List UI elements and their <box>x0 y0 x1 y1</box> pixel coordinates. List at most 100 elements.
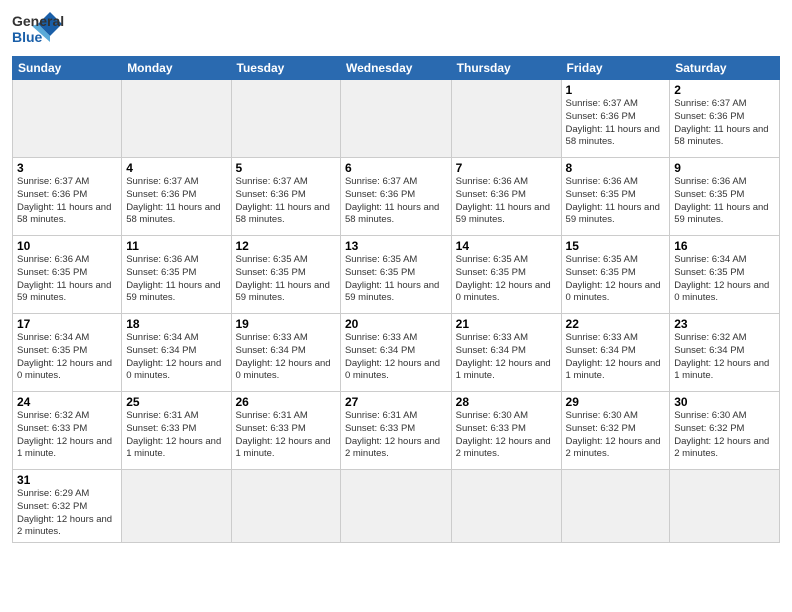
calendar-cell: 30Sunrise: 6:30 AMSunset: 6:32 PMDayligh… <box>670 392 780 470</box>
calendar-cell: 22Sunrise: 6:33 AMSunset: 6:34 PMDayligh… <box>561 314 670 392</box>
day-info: Sunrise: 6:37 AMSunset: 6:36 PMDaylight:… <box>17 176 117 227</box>
header: GeneralBlue <box>12 10 780 50</box>
calendar-cell: 7Sunrise: 6:36 AMSunset: 6:36 PMDaylight… <box>451 158 561 236</box>
calendar-week-row: 1Sunrise: 6:37 AMSunset: 6:36 PMDaylight… <box>13 80 780 158</box>
day-number: 12 <box>236 239 336 253</box>
calendar-cell: 10Sunrise: 6:36 AMSunset: 6:35 PMDayligh… <box>13 236 122 314</box>
calendar-week-row: 24Sunrise: 6:32 AMSunset: 6:33 PMDayligh… <box>13 392 780 470</box>
calendar-cell <box>340 470 451 543</box>
day-number: 4 <box>126 161 226 175</box>
day-number: 5 <box>236 161 336 175</box>
day-info: Sunrise: 6:31 AMSunset: 6:33 PMDaylight:… <box>236 410 336 461</box>
day-number: 13 <box>345 239 447 253</box>
calendar-cell <box>231 80 340 158</box>
day-number: 1 <box>566 83 666 97</box>
day-number: 23 <box>674 317 775 331</box>
day-info: Sunrise: 6:31 AMSunset: 6:33 PMDaylight:… <box>126 410 226 461</box>
calendar-week-row: 31Sunrise: 6:29 AMSunset: 6:32 PMDayligh… <box>13 470 780 543</box>
day-number: 31 <box>17 473 117 487</box>
calendar-cell <box>670 470 780 543</box>
day-number: 15 <box>566 239 666 253</box>
calendar-cell: 8Sunrise: 6:36 AMSunset: 6:35 PMDaylight… <box>561 158 670 236</box>
generalblue-logo-icon: GeneralBlue <box>12 10 67 50</box>
calendar-cell: 15Sunrise: 6:35 AMSunset: 6:35 PMDayligh… <box>561 236 670 314</box>
day-number: 17 <box>17 317 117 331</box>
day-number: 30 <box>674 395 775 409</box>
day-number: 29 <box>566 395 666 409</box>
day-info: Sunrise: 6:36 AMSunset: 6:35 PMDaylight:… <box>566 176 666 227</box>
calendar-week-row: 17Sunrise: 6:34 AMSunset: 6:35 PMDayligh… <box>13 314 780 392</box>
day-info: Sunrise: 6:36 AMSunset: 6:35 PMDaylight:… <box>17 254 117 305</box>
calendar-cell: 12Sunrise: 6:35 AMSunset: 6:35 PMDayligh… <box>231 236 340 314</box>
col-sunday: Sunday <box>13 57 122 80</box>
day-info: Sunrise: 6:29 AMSunset: 6:32 PMDaylight:… <box>17 488 117 539</box>
day-info: Sunrise: 6:36 AMSunset: 6:36 PMDaylight:… <box>456 176 557 227</box>
calendar-cell <box>340 80 451 158</box>
day-info: Sunrise: 6:34 AMSunset: 6:35 PMDaylight:… <box>674 254 775 305</box>
calendar-cell: 2Sunrise: 6:37 AMSunset: 6:36 PMDaylight… <box>670 80 780 158</box>
calendar-week-row: 10Sunrise: 6:36 AMSunset: 6:35 PMDayligh… <box>13 236 780 314</box>
day-info: Sunrise: 6:32 AMSunset: 6:33 PMDaylight:… <box>17 410 117 461</box>
day-number: 8 <box>566 161 666 175</box>
day-number: 25 <box>126 395 226 409</box>
day-info: Sunrise: 6:35 AMSunset: 6:35 PMDaylight:… <box>236 254 336 305</box>
calendar-cell: 4Sunrise: 6:37 AMSunset: 6:36 PMDaylight… <box>122 158 231 236</box>
day-number: 6 <box>345 161 447 175</box>
calendar-cell: 11Sunrise: 6:36 AMSunset: 6:35 PMDayligh… <box>122 236 231 314</box>
day-info: Sunrise: 6:31 AMSunset: 6:33 PMDaylight:… <box>345 410 447 461</box>
day-number: 19 <box>236 317 336 331</box>
day-number: 18 <box>126 317 226 331</box>
col-thursday: Thursday <box>451 57 561 80</box>
calendar-cell <box>451 470 561 543</box>
col-saturday: Saturday <box>670 57 780 80</box>
day-info: Sunrise: 6:32 AMSunset: 6:34 PMDaylight:… <box>674 332 775 383</box>
day-info: Sunrise: 6:30 AMSunset: 6:33 PMDaylight:… <box>456 410 557 461</box>
day-number: 26 <box>236 395 336 409</box>
calendar-cell: 18Sunrise: 6:34 AMSunset: 6:34 PMDayligh… <box>122 314 231 392</box>
day-info: Sunrise: 6:34 AMSunset: 6:34 PMDaylight:… <box>126 332 226 383</box>
day-number: 16 <box>674 239 775 253</box>
calendar-cell: 23Sunrise: 6:32 AMSunset: 6:34 PMDayligh… <box>670 314 780 392</box>
day-number: 22 <box>566 317 666 331</box>
day-info: Sunrise: 6:33 AMSunset: 6:34 PMDaylight:… <box>236 332 336 383</box>
day-info: Sunrise: 6:37 AMSunset: 6:36 PMDaylight:… <box>236 176 336 227</box>
calendar-cell: 14Sunrise: 6:35 AMSunset: 6:35 PMDayligh… <box>451 236 561 314</box>
day-number: 9 <box>674 161 775 175</box>
calendar-table: Sunday Monday Tuesday Wednesday Thursday… <box>12 56 780 543</box>
day-info: Sunrise: 6:36 AMSunset: 6:35 PMDaylight:… <box>126 254 226 305</box>
calendar-week-row: 3Sunrise: 6:37 AMSunset: 6:36 PMDaylight… <box>13 158 780 236</box>
day-info: Sunrise: 6:35 AMSunset: 6:35 PMDaylight:… <box>566 254 666 305</box>
day-info: Sunrise: 6:37 AMSunset: 6:36 PMDaylight:… <box>345 176 447 227</box>
calendar-cell <box>451 80 561 158</box>
day-info: Sunrise: 6:36 AMSunset: 6:35 PMDaylight:… <box>674 176 775 227</box>
calendar-cell: 27Sunrise: 6:31 AMSunset: 6:33 PMDayligh… <box>340 392 451 470</box>
calendar-cell: 16Sunrise: 6:34 AMSunset: 6:35 PMDayligh… <box>670 236 780 314</box>
calendar-cell: 28Sunrise: 6:30 AMSunset: 6:33 PMDayligh… <box>451 392 561 470</box>
calendar-cell: 6Sunrise: 6:37 AMSunset: 6:36 PMDaylight… <box>340 158 451 236</box>
day-info: Sunrise: 6:37 AMSunset: 6:36 PMDaylight:… <box>674 98 775 149</box>
day-info: Sunrise: 6:33 AMSunset: 6:34 PMDaylight:… <box>566 332 666 383</box>
day-number: 21 <box>456 317 557 331</box>
calendar-cell <box>561 470 670 543</box>
day-info: Sunrise: 6:37 AMSunset: 6:36 PMDaylight:… <box>566 98 666 149</box>
calendar-cell: 13Sunrise: 6:35 AMSunset: 6:35 PMDayligh… <box>340 236 451 314</box>
calendar-cell: 29Sunrise: 6:30 AMSunset: 6:32 PMDayligh… <box>561 392 670 470</box>
calendar-cell <box>122 80 231 158</box>
day-number: 3 <box>17 161 117 175</box>
col-friday: Friday <box>561 57 670 80</box>
day-info: Sunrise: 6:35 AMSunset: 6:35 PMDaylight:… <box>345 254 447 305</box>
calendar-cell: 21Sunrise: 6:33 AMSunset: 6:34 PMDayligh… <box>451 314 561 392</box>
calendar-cell: 26Sunrise: 6:31 AMSunset: 6:33 PMDayligh… <box>231 392 340 470</box>
day-info: Sunrise: 6:37 AMSunset: 6:36 PMDaylight:… <box>126 176 226 227</box>
col-monday: Monday <box>122 57 231 80</box>
day-number: 11 <box>126 239 226 253</box>
col-wednesday: Wednesday <box>340 57 451 80</box>
day-number: 28 <box>456 395 557 409</box>
calendar-cell: 3Sunrise: 6:37 AMSunset: 6:36 PMDaylight… <box>13 158 122 236</box>
calendar-cell: 1Sunrise: 6:37 AMSunset: 6:36 PMDaylight… <box>561 80 670 158</box>
day-number: 10 <box>17 239 117 253</box>
calendar-cell <box>13 80 122 158</box>
calendar-cell: 9Sunrise: 6:36 AMSunset: 6:35 PMDaylight… <box>670 158 780 236</box>
calendar-cell: 5Sunrise: 6:37 AMSunset: 6:36 PMDaylight… <box>231 158 340 236</box>
calendar-cell: 25Sunrise: 6:31 AMSunset: 6:33 PMDayligh… <box>122 392 231 470</box>
